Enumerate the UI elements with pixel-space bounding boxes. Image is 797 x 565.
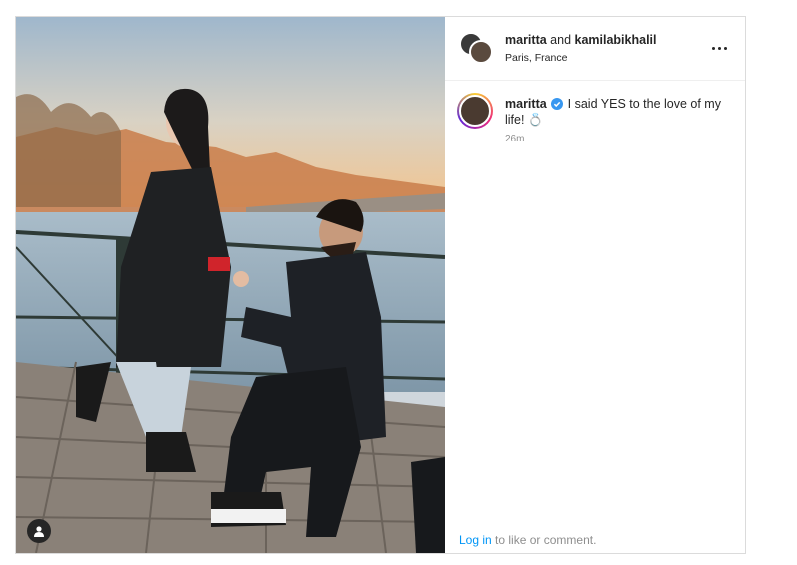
more-options-icon (711, 47, 715, 50)
post-card: maritta and kamilabikhalil Paris, France… (15, 16, 746, 554)
post-sidebar: maritta and kamilabikhalil Paris, France… (445, 17, 745, 553)
collab-avatars[interactable] (459, 31, 493, 66)
caption-avatar[interactable] (457, 93, 493, 129)
post-photo[interactable] (16, 17, 445, 553)
post-location[interactable]: Paris, France (505, 50, 707, 66)
post-authors: maritta and kamilabikhalil (505, 32, 707, 48)
avatar[interactable] (469, 39, 493, 64)
comments-area (445, 141, 745, 531)
user-tag-button[interactable] (27, 519, 51, 543)
author-link[interactable]: maritta (505, 33, 547, 47)
author-link[interactable]: kamilabikhalil (575, 33, 657, 47)
login-link[interactable]: Log in (459, 533, 492, 547)
more-options-button[interactable] (707, 37, 731, 61)
user-tag-icon (34, 526, 44, 537)
caption-username[interactable]: maritta (505, 97, 547, 111)
login-prompt-text: to like or comment. (491, 533, 597, 547)
proposal-photo (16, 17, 445, 553)
post-header: maritta and kamilabikhalil Paris, France (445, 17, 745, 81)
verified-badge-icon (551, 98, 564, 110)
login-prompt: Log in to like or comment. (459, 533, 596, 547)
post-caption: maritta I said YES to the love of my lif… (445, 81, 745, 142)
author-connector: and (546, 32, 575, 47)
caption-text: maritta I said YES to the love of my lif… (505, 93, 731, 128)
